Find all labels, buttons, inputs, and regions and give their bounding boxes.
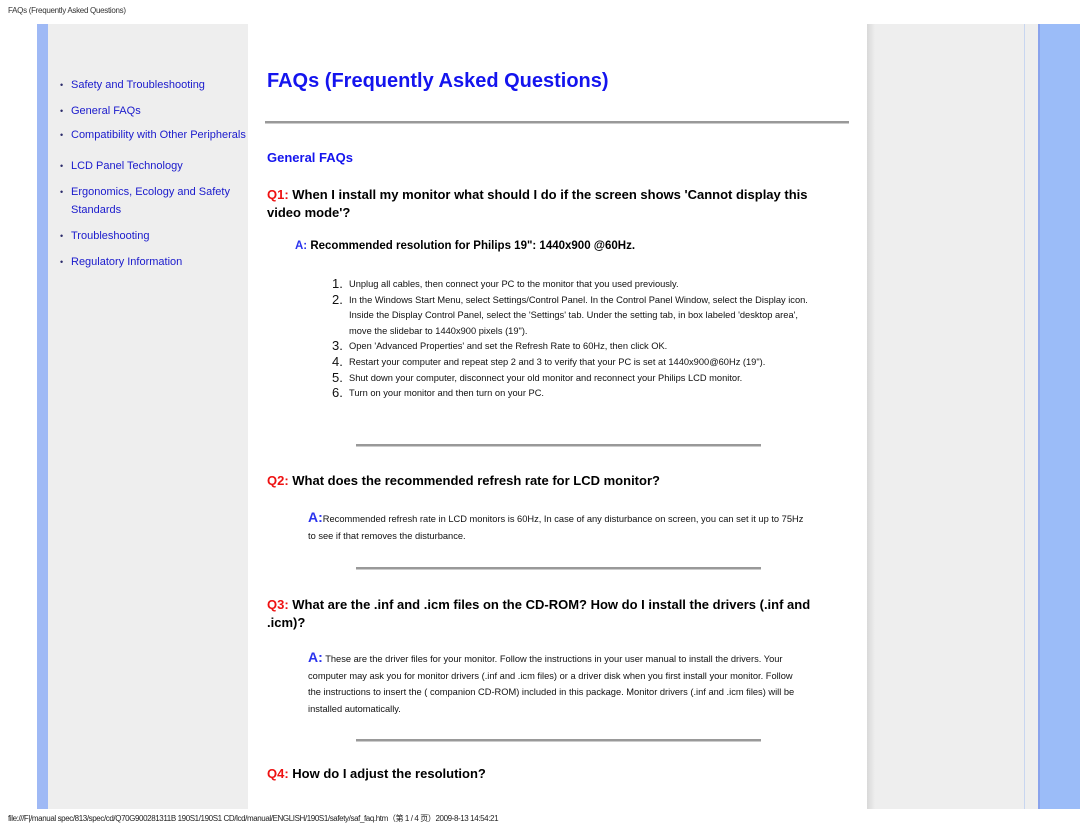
step-item: 1. Unplug all cables, then connect your P… bbox=[332, 276, 679, 291]
divider bbox=[356, 739, 761, 742]
question-1: Q1: When I install my monitor what shoul… bbox=[267, 186, 827, 222]
answer-label: A: bbox=[295, 240, 308, 252]
answer-label: A: bbox=[308, 509, 323, 525]
step-item: 2. In the Windows Start Menu, select Sett… bbox=[332, 291, 808, 336]
sidebar-link[interactable]: General FAQs bbox=[71, 102, 141, 120]
sidebar-link[interactable]: Regulatory Information bbox=[71, 253, 182, 271]
sidebar-link[interactable]: Compatibility with Other Peripherals bbox=[71, 126, 246, 144]
answer-text: Recommended refresh rate in LCD monitors… bbox=[308, 514, 804, 541]
question-text: When I install my monitor what should I … bbox=[267, 187, 808, 220]
sidebar-link[interactable]: Safety and Troubleshooting bbox=[71, 76, 205, 94]
divider bbox=[356, 444, 761, 447]
right-panel-shade bbox=[867, 24, 875, 809]
sidebar-link[interactable]: Ergonomics, Ecology and Safety bbox=[71, 183, 230, 201]
step-item: 5. Shut down your computer, disconnect yo… bbox=[332, 369, 743, 385]
sidebar-link[interactable]: Troubleshooting bbox=[71, 227, 149, 245]
answer-2: A:Recommended refresh rate in LCD monito… bbox=[308, 509, 808, 544]
bullet-icon: • bbox=[60, 257, 64, 267]
left-accent-strip bbox=[37, 24, 48, 809]
sidebar-link[interactable]: LCD Panel Technology bbox=[71, 157, 183, 175]
print-header-title: FAQs (Frequently Asked Questions) bbox=[8, 6, 126, 15]
bullet-icon: • bbox=[60, 187, 64, 197]
question-3: Q3: What are the .inf and .icm files on … bbox=[267, 596, 842, 632]
bullet-icon: • bbox=[60, 80, 64, 90]
question-text: How do I adjust the resolution? bbox=[288, 766, 486, 781]
question-label: Q4: bbox=[267, 766, 289, 781]
bullet-icon: • bbox=[60, 130, 64, 140]
question-text: What are the .inf and .icm files on the … bbox=[267, 597, 811, 630]
sidebar-link-continued[interactable]: Standards bbox=[71, 201, 121, 219]
answer-1-steps: 1. Unplug all cables, then connect your P… bbox=[332, 276, 812, 402]
right-accent-strip bbox=[1038, 24, 1080, 809]
page-title: FAQs (Frequently Asked Questions) bbox=[267, 70, 609, 92]
divider bbox=[265, 121, 849, 124]
step-item: 3. Open 'Advanced Properties' and set the… bbox=[332, 338, 668, 354]
question-4: Q4: How do I adjust the resolution? bbox=[267, 765, 827, 783]
question-label: Q2: bbox=[267, 473, 289, 488]
answer-3: A: These are the driver files for your m… bbox=[308, 649, 803, 717]
section-heading: General FAQs bbox=[267, 150, 353, 165]
step-item: 4. Restart your computer and repeat step … bbox=[332, 353, 766, 369]
answer-1-summary: A: Recommended resolution for Philips 19… bbox=[295, 240, 635, 252]
question-text: What does the recommended refresh rate f… bbox=[288, 473, 660, 488]
bullet-icon: • bbox=[60, 231, 64, 241]
right-sidebar-panel bbox=[875, 24, 1038, 809]
step-item: 6. Turn on your monitor and then turn on … bbox=[332, 385, 544, 401]
answer-text: These are the driver files for your moni… bbox=[308, 654, 795, 714]
answer-label: A: bbox=[308, 649, 323, 665]
question-2: Q2: What does the recommended refresh ra… bbox=[267, 472, 827, 490]
answer-text: Recommended resolution for Philips 19": … bbox=[307, 240, 636, 252]
question-label: Q3: bbox=[267, 597, 289, 612]
bullet-icon: • bbox=[60, 106, 64, 116]
divider bbox=[356, 567, 761, 570]
bullet-icon: • bbox=[60, 161, 64, 171]
question-label: Q1: bbox=[267, 187, 289, 202]
print-footer-path: file:///F|/manual spec/813/spec/cd/Q70G9… bbox=[8, 814, 499, 823]
right-panel-divider bbox=[1024, 24, 1025, 809]
